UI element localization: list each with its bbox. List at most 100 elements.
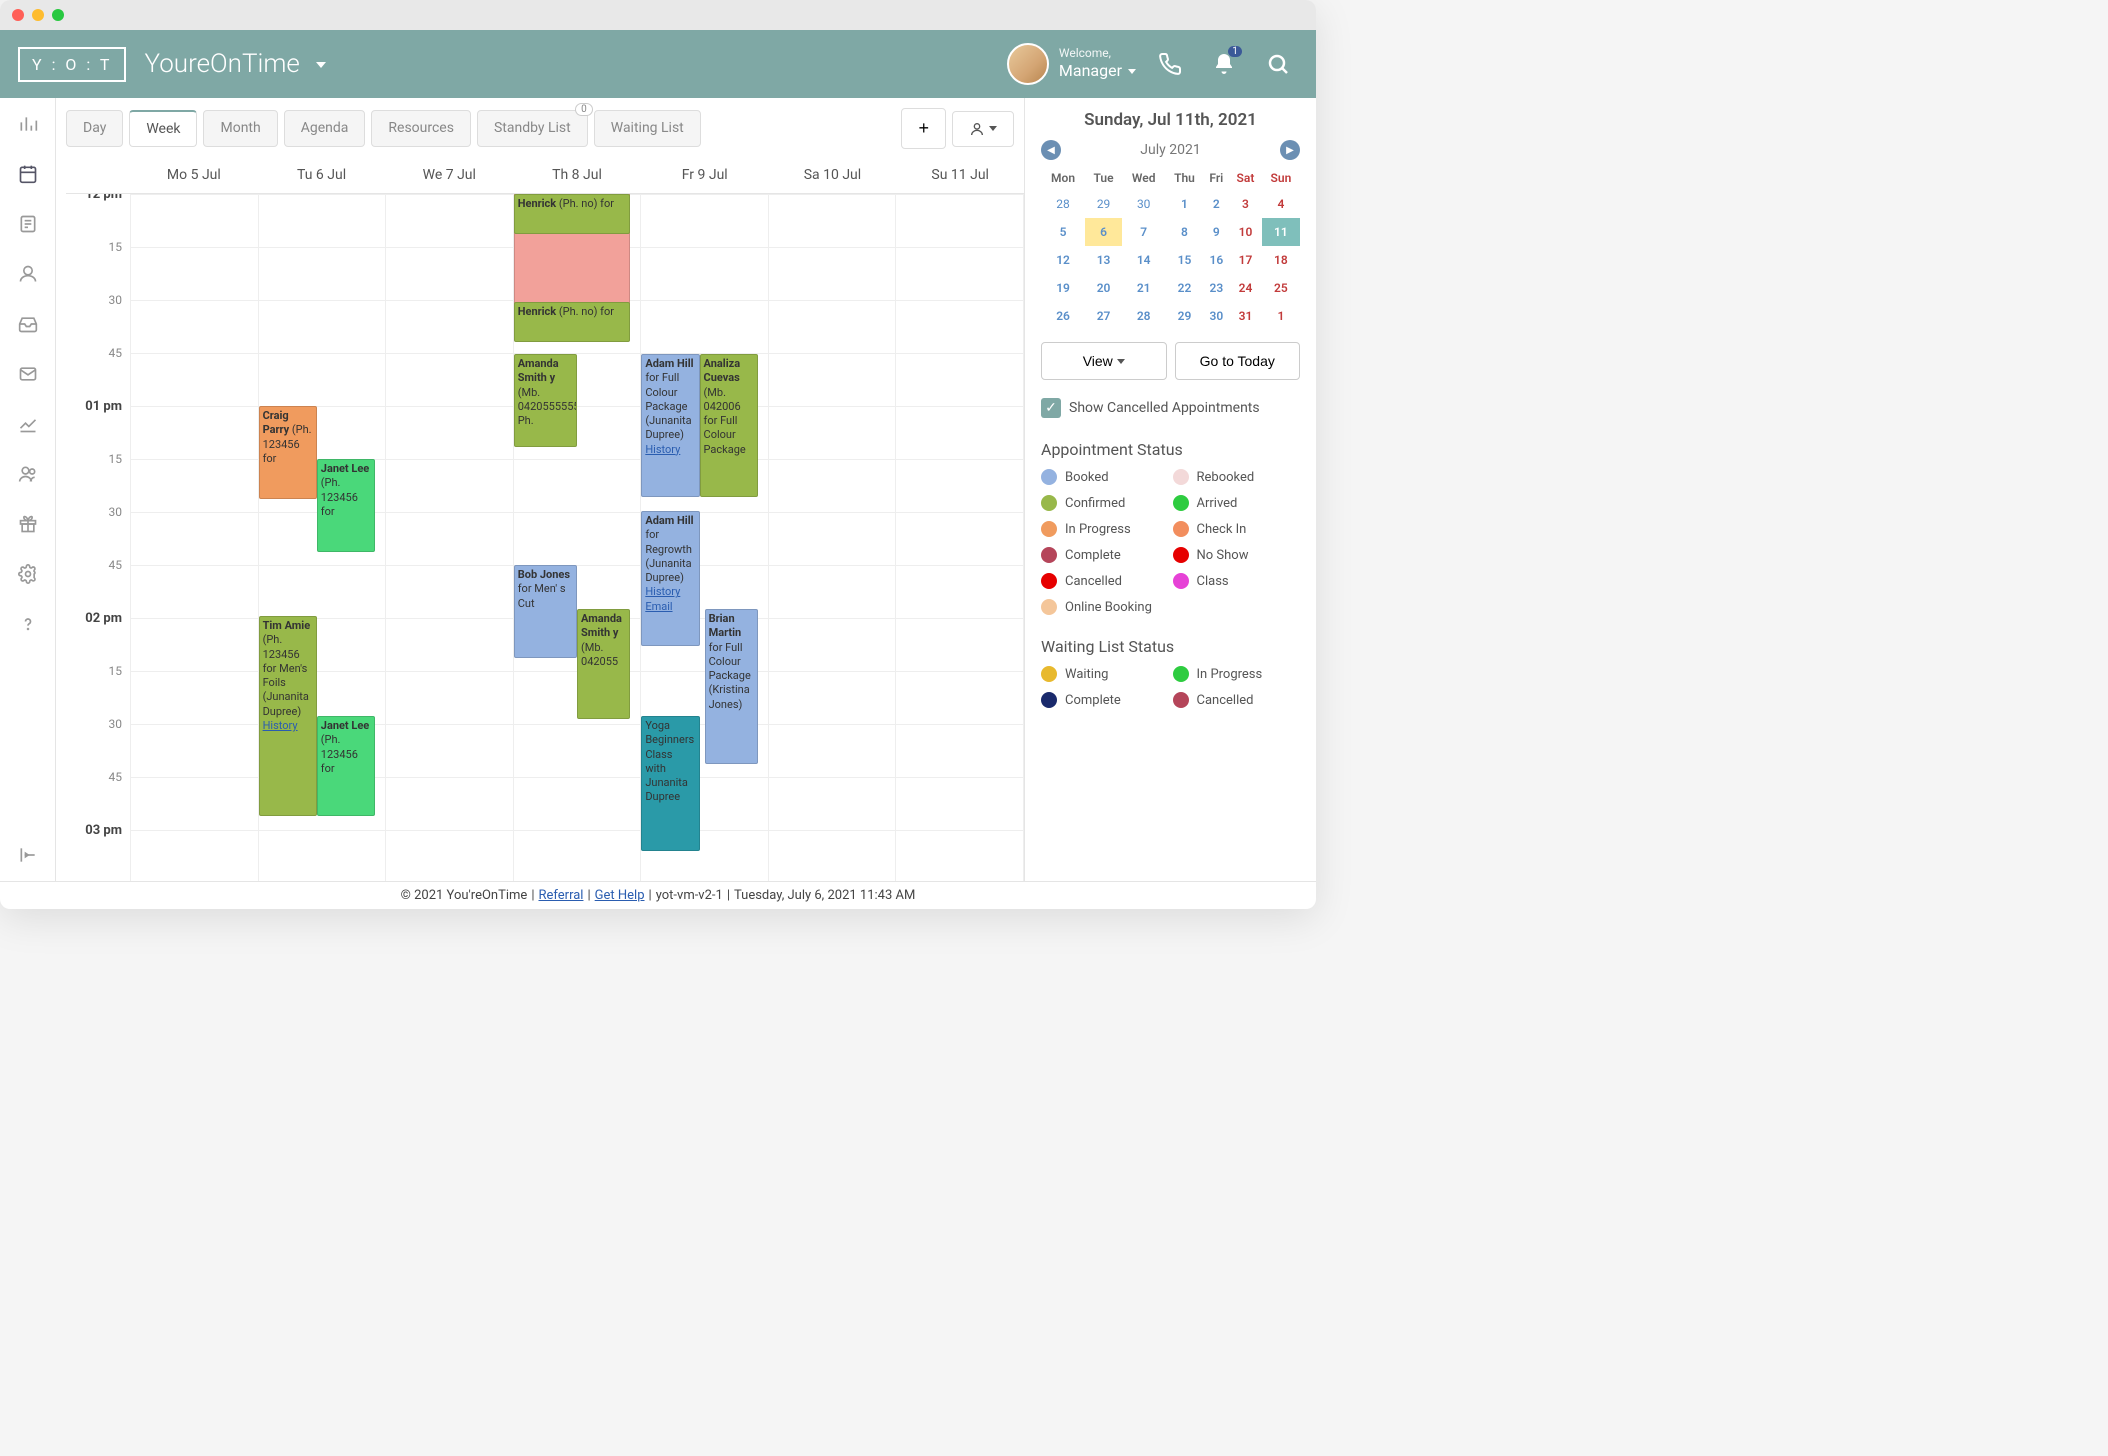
day-column[interactable]: Henrick (Ph. no) for Henrick (Ph. no) for…: [513, 194, 641, 881]
minical-day[interactable]: 7: [1122, 218, 1165, 246]
go-to-today-button[interactable]: Go to Today: [1175, 342, 1301, 380]
minical-day[interactable]: 4: [1262, 190, 1300, 218]
nav-mail-icon[interactable]: [14, 360, 42, 388]
minical-day[interactable]: 10: [1229, 218, 1262, 246]
day-header[interactable]: Su 11 Jul: [896, 157, 1024, 193]
appointment[interactable]: Yoga Beginners Class with Junanita Dupre…: [641, 716, 699, 851]
minical-day[interactable]: 28: [1122, 302, 1165, 330]
day-header[interactable]: Tu 6 Jul: [258, 157, 386, 193]
day-header[interactable]: Sa 10 Jul: [769, 157, 897, 193]
view-tab-resources[interactable]: Resources: [371, 110, 471, 147]
appointment[interactable]: Amanda Smith y (Mb. 042055: [577, 609, 630, 719]
appointment[interactable]: Henrick (Ph. no) for: [514, 302, 630, 342]
minical-day[interactable]: 5: [1041, 218, 1085, 246]
day-header[interactable]: Fr 9 Jul: [641, 157, 769, 193]
minical-day[interactable]: 20: [1085, 274, 1122, 302]
day-column[interactable]: Craig Parry (Ph. 123456 forJanet Lee (Ph…: [258, 194, 386, 881]
day-header[interactable]: Mo 5 Jul: [130, 157, 258, 193]
view-tab-day[interactable]: Day: [66, 110, 123, 147]
day-header[interactable]: We 7 Jul: [385, 157, 513, 193]
view-tab-standby-list[interactable]: Standby List0: [477, 110, 588, 147]
day-column[interactable]: Adam Hill for Full Colour Package (Junan…: [640, 194, 768, 881]
window-minimize-icon[interactable]: [32, 9, 44, 21]
minical-day[interactable]: 1: [1262, 302, 1300, 330]
minical-day[interactable]: 13: [1085, 246, 1122, 274]
nav-inbox-icon[interactable]: [14, 310, 42, 338]
minical-day[interactable]: 25: [1262, 274, 1300, 302]
minical-day[interactable]: 22: [1165, 274, 1203, 302]
minical-day[interactable]: 18: [1262, 246, 1300, 274]
minical-day[interactable]: 6: [1085, 218, 1122, 246]
minical-day[interactable]: 31: [1229, 302, 1262, 330]
appointment[interactable]: Adam Hill for Regrowth (Junanita Dupree)…: [641, 511, 699, 646]
nav-help-icon[interactable]: [14, 610, 42, 638]
app-logo[interactable]: Y : O : T: [18, 47, 126, 82]
appointment[interactable]: Tim Amie (Ph. 123456 for Men's Foils (Ju…: [259, 616, 317, 816]
footer-referral-link[interactable]: Referral: [539, 888, 584, 903]
nav-reports-icon[interactable]: [14, 410, 42, 438]
nav-dashboard-icon[interactable]: [14, 110, 42, 138]
nav-gift-icon[interactable]: [14, 510, 42, 538]
next-month-button[interactable]: ▶: [1280, 140, 1300, 160]
search-icon[interactable]: [1258, 44, 1298, 84]
avatar[interactable]: [1007, 43, 1049, 85]
phone-icon[interactable]: [1150, 44, 1190, 84]
minical-day[interactable]: 28: [1041, 190, 1085, 218]
appointment[interactable]: Brian Martin for Full Colour Package (Kr…: [705, 609, 758, 764]
appointment[interactable]: Janet Lee (Ph. 123456 for: [317, 459, 375, 552]
add-appointment-button[interactable]: +: [901, 108, 946, 149]
view-tab-week[interactable]: Week: [129, 110, 197, 147]
filter-staff-button[interactable]: [952, 111, 1014, 147]
minical-day[interactable]: 9: [1204, 218, 1230, 246]
minical-day[interactable]: 26: [1041, 302, 1085, 330]
appointment[interactable]: Adam Hill for Full Colour Package (Junan…: [641, 354, 699, 497]
minical-day[interactable]: 1: [1165, 190, 1203, 218]
view-tab-waiting-list[interactable]: Waiting List: [594, 110, 701, 147]
footer-gethelp-link[interactable]: Get Help: [595, 888, 645, 903]
minical-day[interactable]: 2: [1204, 190, 1230, 218]
minical-day[interactable]: 29: [1085, 190, 1122, 218]
nav-clients-icon[interactable]: [14, 260, 42, 288]
nav-staff-icon[interactable]: [14, 460, 42, 488]
minical-day[interactable]: 19: [1041, 274, 1085, 302]
minical-day[interactable]: 29: [1165, 302, 1203, 330]
nav-calendar-icon[interactable]: [14, 160, 42, 188]
view-dropdown-button[interactable]: View: [1041, 342, 1167, 380]
view-tab-agenda[interactable]: Agenda: [284, 110, 366, 147]
minical-day[interactable]: 30: [1204, 302, 1230, 330]
day-column[interactable]: [768, 194, 896, 881]
nav-notes-icon[interactable]: [14, 210, 42, 238]
appointment[interactable]: Analiza Cuevas (Mb. 042006 for Full Colo…: [700, 354, 758, 497]
minical-day[interactable]: 8: [1165, 218, 1203, 246]
window-close-icon[interactable]: [12, 9, 24, 21]
appointment-link[interactable]: History: [645, 443, 680, 456]
day-column[interactable]: [385, 194, 513, 881]
calendar-grid[interactable]: 12 pm15304501 pm15304502 pm15304503 pm C…: [66, 194, 1024, 881]
minical-day[interactable]: 3: [1229, 190, 1262, 218]
prev-month-button[interactable]: ◀: [1041, 140, 1061, 160]
day-header[interactable]: Th 8 Jul: [513, 157, 641, 193]
appointment-link[interactable]: Email: [645, 600, 672, 613]
window-zoom-icon[interactable]: [52, 9, 64, 21]
minical-day[interactable]: 15: [1165, 246, 1203, 274]
view-tab-month[interactable]: Month: [203, 110, 277, 147]
day-column[interactable]: [130, 194, 258, 881]
minical-day[interactable]: 21: [1122, 274, 1165, 302]
minical-day[interactable]: 16: [1204, 246, 1230, 274]
day-column[interactable]: [895, 194, 1024, 881]
appointment-link[interactable]: History: [263, 719, 298, 732]
show-cancelled-checkbox[interactable]: ✓: [1041, 398, 1061, 418]
appointment[interactable]: Janet Lee (Ph. 123456 for: [317, 716, 375, 816]
nav-settings-icon[interactable]: [14, 560, 42, 588]
appointment[interactable]: Bob Jones for Men' s Cut: [514, 565, 577, 658]
bell-icon[interactable]: 1: [1204, 44, 1244, 84]
appointment[interactable]: Amanda Smith y (Mb. 0420555555 Ph.: [514, 354, 577, 447]
user-menu[interactable]: Welcome, Manager: [1059, 46, 1136, 82]
minical-day[interactable]: 14: [1122, 246, 1165, 274]
minical-day[interactable]: 17: [1229, 246, 1262, 274]
appointment[interactable]: Henrick (Ph. no) for: [514, 194, 630, 234]
minical-day[interactable]: 11: [1262, 218, 1300, 246]
minical-day[interactable]: 24: [1229, 274, 1262, 302]
appointment-link[interactable]: History: [645, 585, 680, 598]
app-title[interactable]: YoureOnTime: [144, 49, 326, 79]
